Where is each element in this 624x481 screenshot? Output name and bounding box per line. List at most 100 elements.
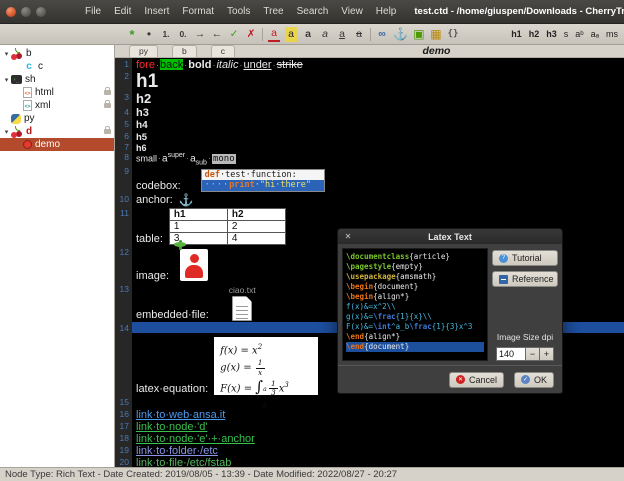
editor-line: 16 link·to·web·ansa.it [115, 408, 624, 420]
latex-x-exponent: 3 [284, 381, 288, 389]
ok-button[interactable]: OK [514, 372, 554, 388]
image-object[interactable] [175, 246, 211, 282]
embedded-file-object[interactable]: ciao.txt [229, 285, 256, 321]
code-string: ·"hi·there" [255, 180, 311, 190]
bg-color-icon[interactable]: a [285, 27, 297, 42]
expander-icon[interactable]: ▾ [2, 76, 11, 84]
format-monospace-button[interactable]: ms [606, 29, 618, 39]
window-maximize-button[interactable] [36, 7, 46, 17]
tree-node-b[interactable]: ▾ b [0, 47, 114, 60]
fg-color-icon[interactable]: a [268, 27, 280, 42]
bold-icon[interactable]: a [302, 27, 314, 42]
special-char-icon[interactable]: * [126, 27, 138, 42]
editor-line: 5 h4 [115, 118, 624, 130]
format-h1-button[interactable]: h1 [511, 29, 522, 39]
lock-icon [104, 129, 111, 134]
format-h3-button[interactable]: h3 [546, 29, 557, 39]
menu-view[interactable]: View [341, 6, 363, 17]
tutorial-button[interactable]: Tutorial [492, 250, 558, 266]
menu-edit[interactable]: Edit [114, 6, 131, 17]
todo-list-icon[interactable]: 0. [177, 27, 189, 42]
menu-file[interactable]: File [85, 6, 101, 17]
table-icon[interactable]: ▦ [430, 27, 442, 42]
expander-icon[interactable]: ▾ [2, 50, 11, 58]
table-cell[interactable]: 1 [169, 221, 227, 233]
table-cell[interactable]: 4 [227, 233, 285, 245]
terminal-icon [11, 75, 22, 84]
reference-button[interactable]: Reference [492, 271, 558, 287]
tree-node-demo[interactable]: demo [0, 138, 114, 151]
latex-eq2: g(x) = [220, 363, 255, 374]
tree-node-sh[interactable]: ▾ sh [0, 73, 114, 86]
indent-left-icon[interactable]: ← [211, 27, 223, 42]
bulleted-list-icon[interactable]: • [143, 27, 155, 42]
window-close-button[interactable] [6, 7, 16, 17]
italic-icon[interactable]: a [319, 27, 331, 42]
expander-icon[interactable]: ▾ [2, 128, 11, 136]
tree-node-c[interactable]: c c [0, 60, 114, 73]
tree-node-py[interactable]: py [0, 112, 114, 125]
menu-tools[interactable]: Tools [227, 6, 250, 17]
menu-search[interactable]: Search [297, 6, 329, 17]
format-superscript-button[interactable]: aᵇ [575, 29, 583, 39]
line-number: 20 [115, 456, 132, 467]
line-number: 15 [115, 396, 132, 408]
latex-source-editor[interactable]: \documentclass{article} \pagestyle{empty… [342, 248, 488, 361]
link-node-e-anchor[interactable]: link·to·node·'e'·+·anchor [136, 433, 255, 444]
latex-eq1-exponent: 2 [258, 343, 262, 351]
link-icon[interactable]: ∞ [376, 27, 388, 42]
latex-dialog: ✕ Latex Text \documentclass{article} \pa… [337, 228, 563, 394]
dialog-close-icon[interactable]: ✕ [342, 232, 354, 241]
format-h2-button[interactable]: h2 [529, 29, 540, 39]
xml-file-icon [23, 100, 32, 111]
link-node-d[interactable]: link·to·node·'d' [136, 421, 207, 432]
cherry-icon [11, 48, 23, 60]
table-header-cell[interactable]: h1 [169, 209, 227, 221]
link-folder-etc[interactable]: link·to·folder·/etc [136, 445, 218, 456]
tab-py[interactable]: py [129, 45, 158, 57]
cancel-button[interactable]: Cancel [449, 372, 504, 388]
codebox-icon[interactable]: {} [447, 27, 459, 42]
editor-line: 2 h1 [115, 70, 624, 91]
dpi-input[interactable] [496, 347, 526, 361]
link-web-ansa[interactable]: link·to·web·ansa.it [136, 409, 225, 420]
tab-b[interactable]: b [172, 45, 197, 57]
line-number: 10 [115, 193, 132, 207]
line-number: 12 [115, 246, 132, 283]
latex-image-object[interactable]: f(x) = x2 g(x) = 1x F(x) = ∫ab13x3 [214, 337, 318, 395]
codebox-object[interactable]: def·test·function: ····print·"hi·there" [201, 169, 325, 192]
letter-c-icon: c [23, 61, 35, 73]
indent-right-icon[interactable]: → [194, 27, 206, 42]
format-small-button[interactable]: s [564, 29, 569, 39]
menu-help[interactable]: Help [376, 6, 397, 17]
tree-node-html[interactable]: html [0, 86, 114, 99]
menu-insert[interactable]: Insert [144, 6, 169, 17]
table-cell[interactable]: 2 [227, 221, 285, 233]
clear-format-icon[interactable]: ✗ [245, 27, 257, 42]
dpi-decrement-button[interactable]: − [526, 347, 540, 361]
tab-c[interactable]: c [211, 45, 235, 57]
tree-node-d[interactable]: ▾ d [0, 125, 114, 138]
numbered-list-icon[interactable]: 1. [160, 27, 172, 42]
menu-format[interactable]: Format [182, 6, 214, 17]
link-file-fstab[interactable]: link·to·file·/etc/fstab [136, 457, 231, 467]
anchor-object-icon[interactable]: ⚓ [179, 194, 194, 206]
image-icon[interactable]: ▣ [413, 27, 425, 42]
editor-line: 4 h3 [115, 106, 624, 118]
editor-line: 19 link·to·folder·/etc [115, 444, 624, 456]
spellcheck-icon[interactable]: ✓ [228, 27, 240, 42]
latex-code-line: g(x)&=\frac{1}{x}\\ [346, 312, 484, 322]
latex-code-line: \pagestyle{empty} [346, 262, 484, 272]
line-number: 1 [115, 58, 132, 70]
tree-node-xml[interactable]: xml [0, 99, 114, 112]
anchor-icon[interactable]: ⚓ [393, 27, 408, 42]
window-minimize-button[interactable] [21, 7, 31, 17]
codebox-label: codebox: [136, 180, 181, 192]
format-subscript-button[interactable]: aₐ [591, 29, 599, 39]
embedded-file-label: embedded·file: [136, 309, 209, 321]
underline-icon[interactable]: a [336, 27, 348, 42]
menu-tree[interactable]: Tree [263, 6, 283, 17]
strike-icon[interactable]: a [353, 27, 365, 42]
table-header-cell[interactable]: h2 [227, 209, 285, 221]
dpi-increment-button[interactable]: + [540, 347, 554, 361]
